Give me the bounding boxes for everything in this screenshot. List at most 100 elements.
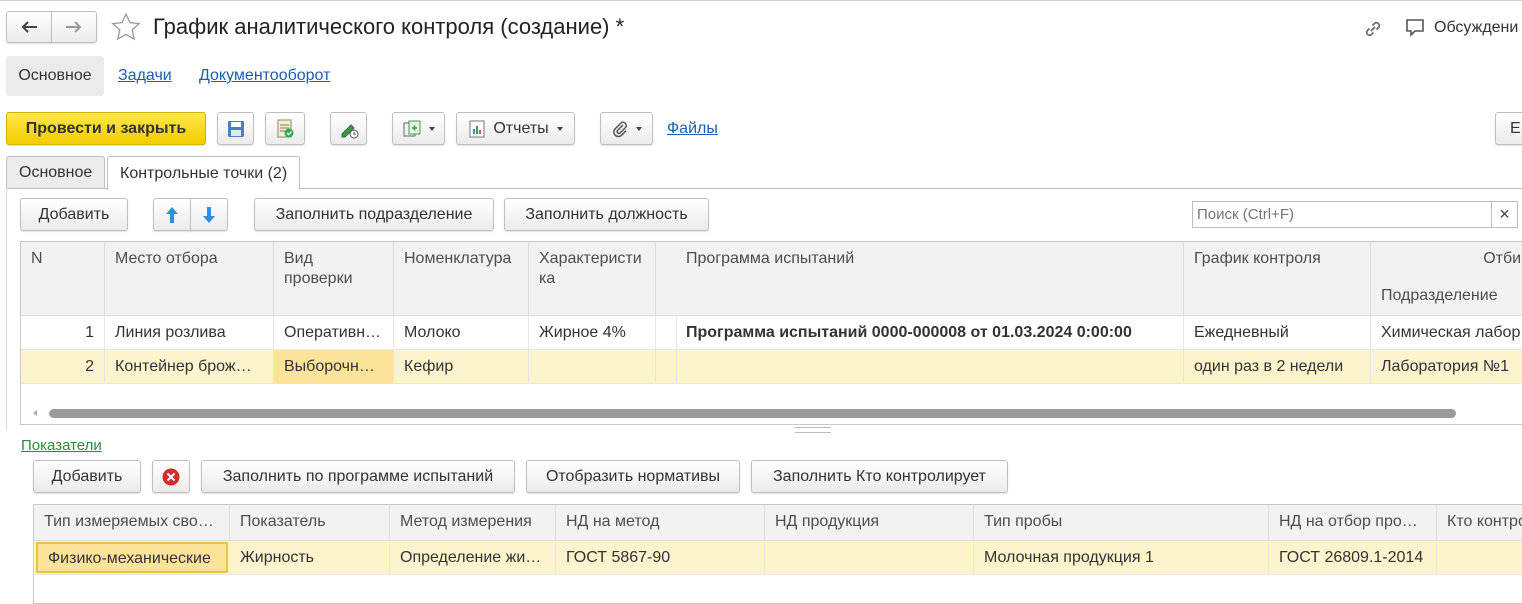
files-link[interactable]: Файлы [667, 120, 718, 138]
indicators-add-button[interactable]: Добавить [33, 460, 141, 493]
column-header-department[interactable]: Подразделение [1371, 279, 1522, 316]
move-up-button[interactable] [153, 198, 191, 231]
horizontal-scrollbar-thumb[interactable] [49, 409, 1456, 418]
row1-characteristic[interactable]: Жирное 4% [529, 316, 656, 350]
column-header-who-controls[interactable]: Кто контро [1437, 505, 1522, 541]
search-clear-button[interactable]: × [1492, 201, 1518, 228]
column-header-nd-method[interactable]: НД на метод [556, 505, 765, 541]
column-header-spacer [656, 242, 677, 316]
column-header-nomenclature[interactable]: Номенклатура [394, 242, 529, 316]
move-down-button[interactable] [190, 198, 228, 231]
star-icon[interactable] [111, 12, 141, 42]
row2-spacer [656, 350, 677, 384]
nav-main-label: Основное [18, 67, 92, 84]
post-button[interactable] [265, 112, 305, 145]
nav-tasks[interactable]: Задачи [118, 67, 172, 85]
row1-program[interactable]: Программа испытаний 0000-000008 от 01.03… [676, 316, 1184, 350]
indicators-table[interactable]: Тип измеряемых сво… Показатель Метод изм… [33, 504, 1522, 604]
ind-row1-method[interactable]: Определение жи… [390, 541, 556, 575]
page-title: График аналитического контроля (создание… [153, 14, 625, 39]
ind-row1-prop-type[interactable]: Физико-механические [36, 542, 228, 573]
back-button[interactable] [6, 11, 52, 43]
top-border [0, 0, 1522, 1]
ind-row1-sample-type[interactable]: Молочная продукция 1 [974, 541, 1269, 575]
row1-spacer [656, 316, 677, 350]
column-header-method[interactable]: Метод измерения [390, 505, 556, 541]
reports-button[interactable]: Отчеты [456, 112, 575, 145]
create-based-on-button[interactable] [392, 112, 445, 145]
column-header-indicator[interactable]: Показатель [230, 505, 390, 541]
tab-control-points[interactable]: Контрольные точки (2) [107, 156, 301, 190]
post-document-icon [277, 119, 294, 137]
attachment-button[interactable] [600, 112, 653, 145]
paperclip-icon [612, 121, 627, 137]
row2-place[interactable]: Контейнер брож… [105, 350, 274, 384]
row2-check-type[interactable]: Выборочн… [274, 350, 394, 384]
points-add-label: Добавить [38, 205, 110, 223]
discussions-label[interactable]: Обсуждени [1434, 19, 1518, 37]
nav-docflow[interactable]: Документооборот [199, 67, 330, 85]
row2-characteristic[interactable] [529, 350, 656, 384]
column-header-schedule[interactable]: График контроля [1184, 242, 1371, 316]
ind-row1-who-controls[interactable] [1437, 541, 1522, 575]
fill-position-button[interactable]: Заполнить должность [504, 198, 709, 231]
column-header-sampling[interactable]: Отбир [1371, 242, 1522, 280]
tab-control-points-label: Контрольные точки (2) [120, 164, 288, 182]
fill-by-program-button[interactable]: Заполнить по программе испытаний [201, 460, 515, 493]
show-norms-button[interactable]: Отобразить нормативы [526, 460, 740, 493]
forward-button[interactable] [51, 11, 97, 43]
show-norms-label: Отобразить нормативы [545, 467, 721, 485]
column-header-place[interactable]: Место отбора [105, 242, 274, 316]
edit-history-button[interactable] [330, 112, 367, 145]
more-label: Е [1510, 119, 1521, 137]
row2-schedule[interactable]: один раз в 2 недели [1184, 350, 1371, 384]
more-button[interactable]: Е [1495, 112, 1522, 145]
tab-panel-left-border [6, 188, 7, 430]
chevron-down-icon [556, 126, 563, 131]
discussion-icon[interactable] [1404, 17, 1426, 39]
create-based-icon [403, 120, 420, 136]
fill-department-button[interactable]: Заполнить подразделение [254, 198, 494, 231]
splitter-handle[interactable] [795, 427, 831, 433]
row1-n: 1 [21, 316, 105, 350]
delete-icon [162, 468, 180, 485]
row1-check-type[interactable]: Оперативн… [274, 316, 394, 350]
ind-row1-nd-sampling[interactable]: ГОСТ 26809.1-2014 [1269, 541, 1437, 575]
row2-nomenclature[interactable]: Кефир [394, 350, 529, 384]
row1-department[interactable]: Химическая лабор [1371, 316, 1522, 350]
column-header-program[interactable]: Программа испытаний [676, 242, 1184, 316]
row1-place[interactable]: Линия розлива [105, 316, 274, 350]
points-add-button[interactable]: Добавить [20, 198, 128, 231]
column-header-nd-sampling[interactable]: НД на отбор про… [1269, 505, 1437, 541]
points-table[interactable]: N Место отбора Вид проверки Номенклатура… [20, 241, 1522, 425]
tab-main[interactable]: Основное [6, 156, 106, 188]
pencil-clock-icon [341, 123, 358, 138]
column-header-characteristic[interactable]: Характеристика [529, 242, 656, 316]
row2-department[interactable]: Лаборатория №1 [1371, 350, 1522, 384]
search-input[interactable] [1192, 201, 1492, 228]
scroll-left-arrow[interactable] [33, 410, 37, 416]
post-and-close-label: Провести и закрыть [25, 119, 187, 137]
tab-main-label: Основное [19, 163, 93, 181]
row1-schedule[interactable]: Ежедневный [1184, 316, 1371, 350]
column-header-prop-type[interactable]: Тип измеряемых сво… [34, 505, 230, 541]
delete-button[interactable] [152, 460, 190, 493]
column-header-n[interactable]: N [21, 242, 105, 316]
ind-row1-nd-method[interactable]: ГОСТ 5867-90 [556, 541, 765, 575]
fill-who-controls-button[interactable]: Заполнить Кто контролирует [751, 460, 1008, 493]
column-header-nd-product[interactable]: НД продукция [765, 505, 974, 541]
ind-row1-indicator[interactable]: Жирность [230, 541, 390, 575]
column-header-check-type[interactable]: Вид проверки [274, 242, 394, 316]
link-icon[interactable] [1362, 18, 1384, 40]
arrow-up-icon [166, 206, 178, 223]
ind-row1-nd-product[interactable] [765, 541, 974, 575]
save-button[interactable] [217, 112, 254, 145]
indicators-section-link[interactable]: Показатели [21, 437, 102, 454]
row2-program[interactable] [676, 350, 1184, 384]
fill-who-controls-label: Заполнить Кто контролирует [773, 467, 986, 485]
row1-nomenclature[interactable]: Молоко [394, 316, 529, 350]
nav-main[interactable]: Основное [6, 56, 104, 96]
fill-position-label: Заполнить должность [525, 205, 688, 223]
post-and-close-button[interactable]: Провести и закрыть [6, 112, 206, 145]
column-header-sample-type[interactable]: Тип пробы [974, 505, 1269, 541]
